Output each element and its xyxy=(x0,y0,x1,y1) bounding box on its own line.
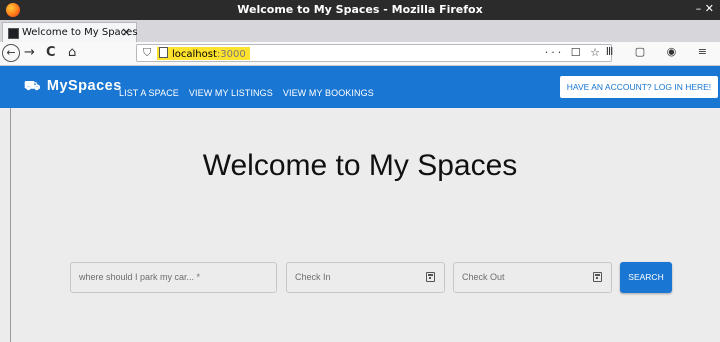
brand-logo[interactable]: ⛟ MySpaces xyxy=(24,78,122,96)
nav-links: LIST A SPACE VIEW MY LISTINGS VIEW MY BOOK… xyxy=(119,81,384,100)
calendar-icon[interactable] xyxy=(426,272,435,282)
car-icon: ⛟ xyxy=(24,78,41,93)
url-text: localhost:3000 xyxy=(157,47,250,60)
location-placeholder: where should I park my car... * xyxy=(79,272,201,282)
back-button[interactable]: ← xyxy=(2,44,20,62)
forward-button[interactable]: → xyxy=(24,44,35,62)
nav-link-view-my-bookings[interactable]: VIEW MY BOOKINGS xyxy=(283,88,374,98)
search-button[interactable]: SEARCH xyxy=(620,262,672,293)
url-bar[interactable]: ⛉ localhost:3000 ··· ☐ ☆ xyxy=(136,44,612,62)
tab-strip: Welcome to My Spaces × + xyxy=(0,20,720,58)
check-out-field[interactable]: Check Out xyxy=(453,262,612,293)
browser-toolbar: ← → C ⌂ ⛉ localhost:3000 ··· ☐ ☆ Ⅲ ▢ ◉ ≡ xyxy=(0,42,720,66)
nav-link-view-my-listings[interactable]: VIEW MY LISTINGS xyxy=(189,88,273,98)
window-controls[interactable]: – ✕ xyxy=(696,2,714,15)
check-in-placeholder: Check In xyxy=(295,272,331,282)
window-title-bar: Welcome to My Spaces - Mozilla Firefox –… xyxy=(0,0,720,20)
brand-name: MySpaces xyxy=(46,78,122,94)
page-title: Welcome to My Spaces xyxy=(202,149,518,182)
location-search-input[interactable]: where should I park my car... * xyxy=(70,262,277,293)
check-in-field[interactable]: Check In xyxy=(286,262,445,293)
window-title: Welcome to My Spaces - Mozilla Firefox xyxy=(237,3,483,16)
nav-link-list-a-space[interactable]: LIST A SPACE xyxy=(119,88,179,98)
page-info-icon[interactable] xyxy=(159,47,168,58)
url-port: :3000 xyxy=(216,49,246,60)
home-button[interactable]: ⌂ xyxy=(68,44,76,62)
app-bar: ⛟ MySpaces LIST A SPACE VIEW MY LISTINGS VI… xyxy=(0,66,720,108)
check-out-placeholder: Check Out xyxy=(462,272,505,282)
toolbar-right-icons[interactable]: Ⅲ ▢ ◉ ≡ xyxy=(606,45,716,58)
reload-button[interactable]: C xyxy=(46,44,56,62)
tracking-shield-icon[interactable]: ⛉ xyxy=(143,46,151,60)
tab-close-icon[interactable]: × xyxy=(121,25,131,39)
login-button[interactable]: HAVE AN ACCOUNT? LOG IN HERE! xyxy=(560,76,718,98)
url-host: localhost xyxy=(172,49,217,60)
calendar-icon[interactable] xyxy=(593,272,602,282)
page-actions[interactable]: ··· ☐ ☆ xyxy=(545,46,603,59)
browser-tab[interactable]: Welcome to My Spaces × xyxy=(2,22,138,42)
left-divider xyxy=(10,108,11,342)
tab-favicon-icon xyxy=(8,28,19,39)
